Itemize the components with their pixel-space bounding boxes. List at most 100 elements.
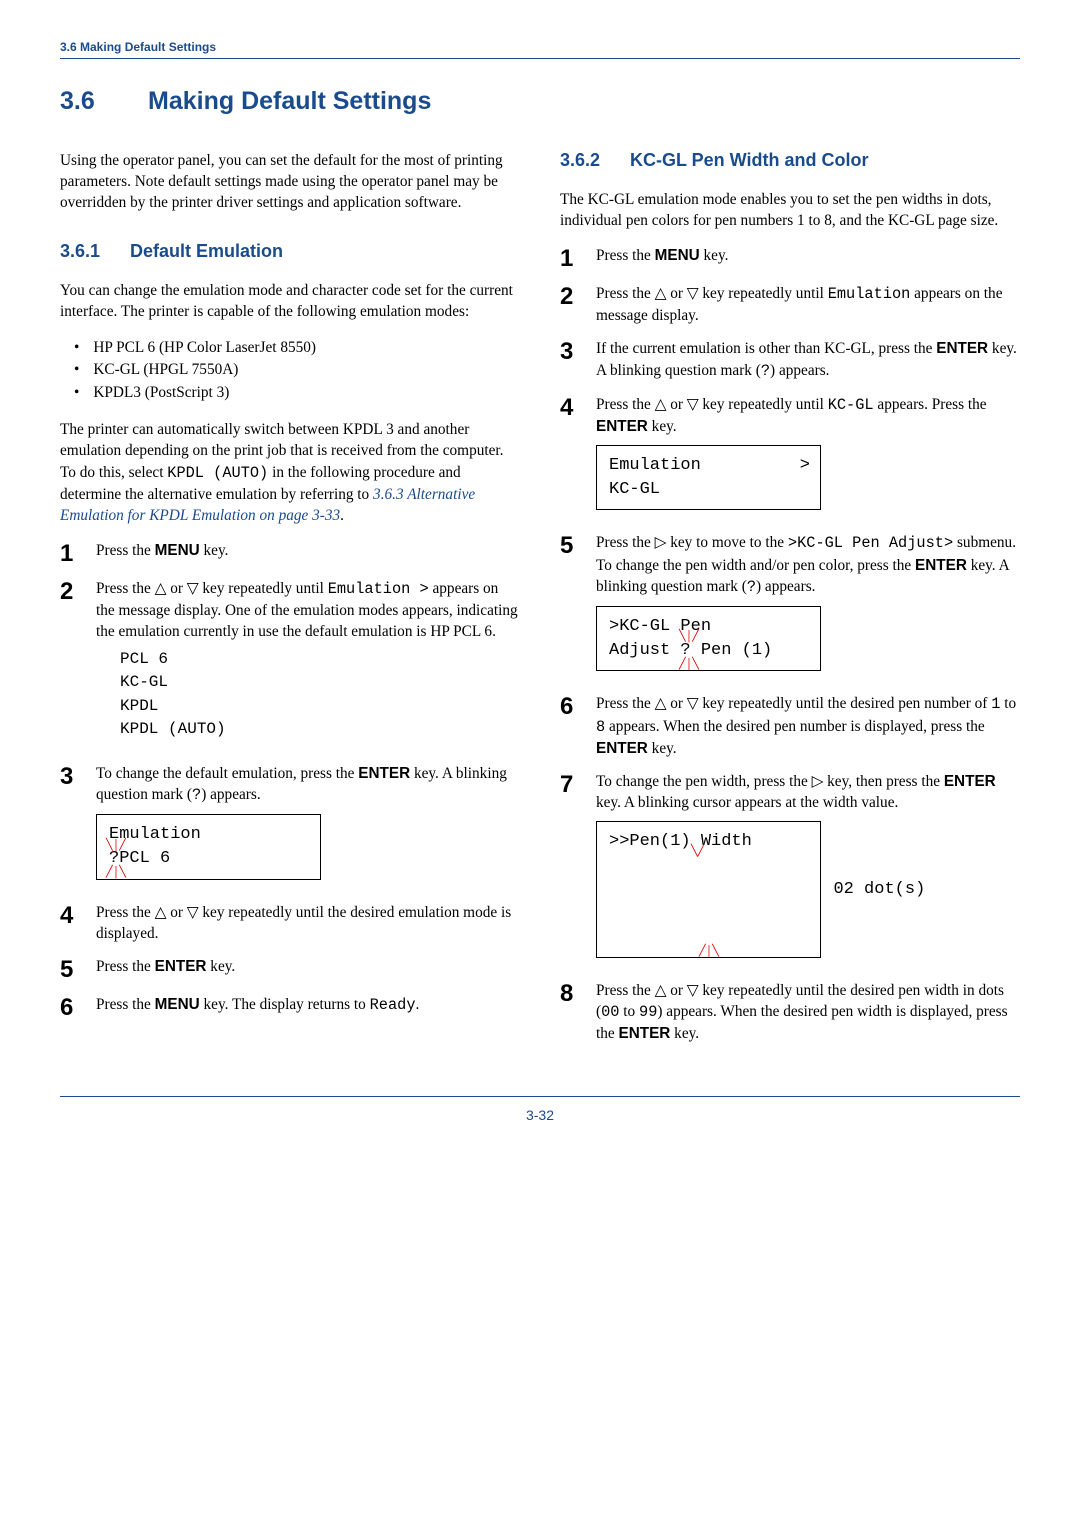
step-body: Press the △ or ▽ key repeatedly until th… (596, 980, 1020, 1044)
inline-code: ? (192, 786, 201, 804)
cursor-up-arrow-icon: ╱│╲ (106, 866, 126, 881)
step-body: If the current emulation is other than K… (596, 338, 1020, 381)
list-item: HP PCL 6 (HP Color LaserJet 8550) (74, 337, 520, 360)
key-name: ENTER (944, 773, 996, 790)
step-body: Press the △ or ▽ key repeatedly until th… (596, 693, 1020, 758)
text: key. (648, 418, 677, 435)
display-panel: >>Pen(1) Width ╲╱ 02 dot(s) ╱│╲ (596, 821, 821, 958)
subsection-title: 3.6.1Default Emulation (60, 241, 520, 262)
inline-code: KPDL (AUTO) (167, 464, 268, 482)
paragraph: You can change the emulation mode and ch… (60, 280, 520, 322)
text: Press the △ or ▽ key repeatedly until (596, 285, 828, 302)
display-line: Pen (1) (691, 641, 773, 660)
text: Press the △ or ▽ key repeatedly until (596, 396, 828, 413)
text: key. (670, 1025, 699, 1042)
step-number: 5 (60, 958, 80, 982)
step-body: Press the ENTER key. (96, 956, 520, 977)
text: to (619, 1003, 639, 1020)
step: 7 To change the pen width, press the ▷ k… (560, 771, 1020, 968)
key-name: MENU (155, 542, 200, 559)
text: appears. When the desired pen number is … (605, 718, 984, 735)
steps-container: 1 Press the MENU key. 2 Press the △ or ▽… (560, 245, 1020, 1056)
text: key. A blinking cursor appears at the wi… (596, 794, 898, 811)
inline-code: ? (747, 578, 756, 596)
step: 3 If the current emulation is other than… (560, 338, 1020, 381)
inline-code: Emulation (828, 285, 911, 303)
step-body: Press the MENU key. (96, 540, 520, 561)
title-text: Making Default Settings (148, 87, 431, 115)
text: key. (648, 740, 677, 757)
text: Press the (96, 542, 155, 559)
step: 1 Press the MENU key. (560, 245, 1020, 271)
text: To change the pen width, press the ▷ key… (596, 773, 944, 790)
step: 2 Press the △ or ▽ key repeatedly until … (60, 578, 520, 751)
text: key. (700, 247, 729, 264)
step-body: To change the pen width, press the ▷ key… (596, 771, 1020, 968)
step-number: 5 (560, 534, 580, 558)
text: ) appears. (201, 786, 260, 803)
key-name: MENU (655, 247, 700, 264)
right-column: 3.6.2KC-GL Pen Width and Color The KC-GL… (560, 150, 1020, 1056)
inline-code: 99 (639, 1003, 657, 1021)
step-body: Press the △ or ▽ key repeatedly until KC… (596, 394, 1020, 521)
text: Press the △ or ▽ key repeatedly until th… (596, 695, 991, 712)
title-number: 3.6 (60, 87, 148, 116)
step-number: 2 (60, 580, 80, 604)
cursor-char: 02 (833, 880, 853, 899)
step: 2 Press the △ or ▽ key repeatedly until … (560, 283, 1020, 326)
text: Press the △ or ▽ key repeatedly until (96, 580, 328, 597)
inline-code: KC-GL (828, 396, 874, 414)
inline-code: Emulation > (328, 580, 429, 598)
step-body: Press the △ or ▽ key repeatedly until Em… (96, 578, 520, 751)
step-number: 3 (560, 340, 580, 364)
text: key. The display returns to (200, 996, 370, 1013)
paragraph: The printer can automatically switch bet… (60, 419, 520, 526)
key-name: ENTER (936, 340, 988, 357)
inline-code: 00 (601, 1003, 619, 1021)
inline-code: Ready (370, 996, 416, 1014)
paragraph: The KC-GL emulation mode enables you to … (560, 189, 1020, 231)
display-line: ?PCL 6 (109, 849, 170, 868)
display-line: KC-GL (609, 478, 808, 502)
bullet-list: HP PCL 6 (HP Color LaserJet 8550) KC-GL … (74, 337, 520, 406)
step: 4 Press the △ or ▽ key repeatedly until … (560, 394, 1020, 521)
step-body: Press the △ or ▽ key repeatedly until th… (96, 902, 520, 944)
text: Press the ▷ key to move to the (596, 534, 788, 551)
key-name: ENTER (358, 765, 410, 782)
text: appears. Press the (874, 396, 987, 413)
intro-paragraph: Using the operator panel, you can set th… (60, 150, 520, 213)
step: 4 Press the △ or ▽ key repeatedly until … (60, 902, 520, 944)
text: Press the (96, 958, 155, 975)
cursor-up-arrow-icon: ╱│╲ (699, 945, 719, 960)
subsection-number: 3.6.1 (60, 241, 130, 262)
display-panel: Emulation> KC-GL (596, 445, 821, 511)
text: Press the (596, 247, 655, 264)
subsection-text: Default Emulation (130, 241, 283, 261)
step-number: 4 (560, 396, 580, 420)
inline-code: >KC-GL Pen Adjust> (788, 534, 953, 552)
text: To change the default emulation, press t… (96, 765, 358, 782)
inline-code: ? (761, 362, 770, 380)
text: ) appears. (756, 578, 815, 595)
step: 3 To change the default emulation, press… (60, 763, 520, 890)
display-line: Emulation (609, 456, 701, 475)
text: . (416, 996, 420, 1013)
steps-container: 1 Press the MENU key. 2 Press the △ or ▽… (60, 540, 520, 1032)
step-body: Press the ▷ key to move to the >KC-GL Pe… (596, 532, 1020, 681)
display-panel: >KC-GL Pen ╲│╱ Adjust ? Pen (1) ╱│╲ (596, 606, 821, 672)
step-number: 3 (60, 765, 80, 789)
display-line: >>Pen(1) Width (609, 832, 752, 851)
step-body: Press the MENU key. (596, 245, 1020, 266)
inline-code: 8 (596, 718, 605, 736)
step-number: 7 (560, 773, 580, 797)
key-name: MENU (155, 996, 200, 1013)
subsection-title: 3.6.2KC-GL Pen Width and Color (560, 150, 1020, 171)
key-name: ENTER (915, 557, 967, 574)
text: If the current emulation is other than K… (596, 340, 936, 357)
step-body: Press the △ or ▽ key repeatedly until Em… (596, 283, 1020, 326)
step-number: 1 (60, 542, 80, 566)
step-number: 2 (560, 285, 580, 309)
display-panel: Emulation ╲│╱ ?PCL 6 ╱│╲ (96, 814, 321, 880)
list-item: KPDL3 (PostScript 3) (74, 382, 520, 405)
text: key. (200, 542, 229, 559)
